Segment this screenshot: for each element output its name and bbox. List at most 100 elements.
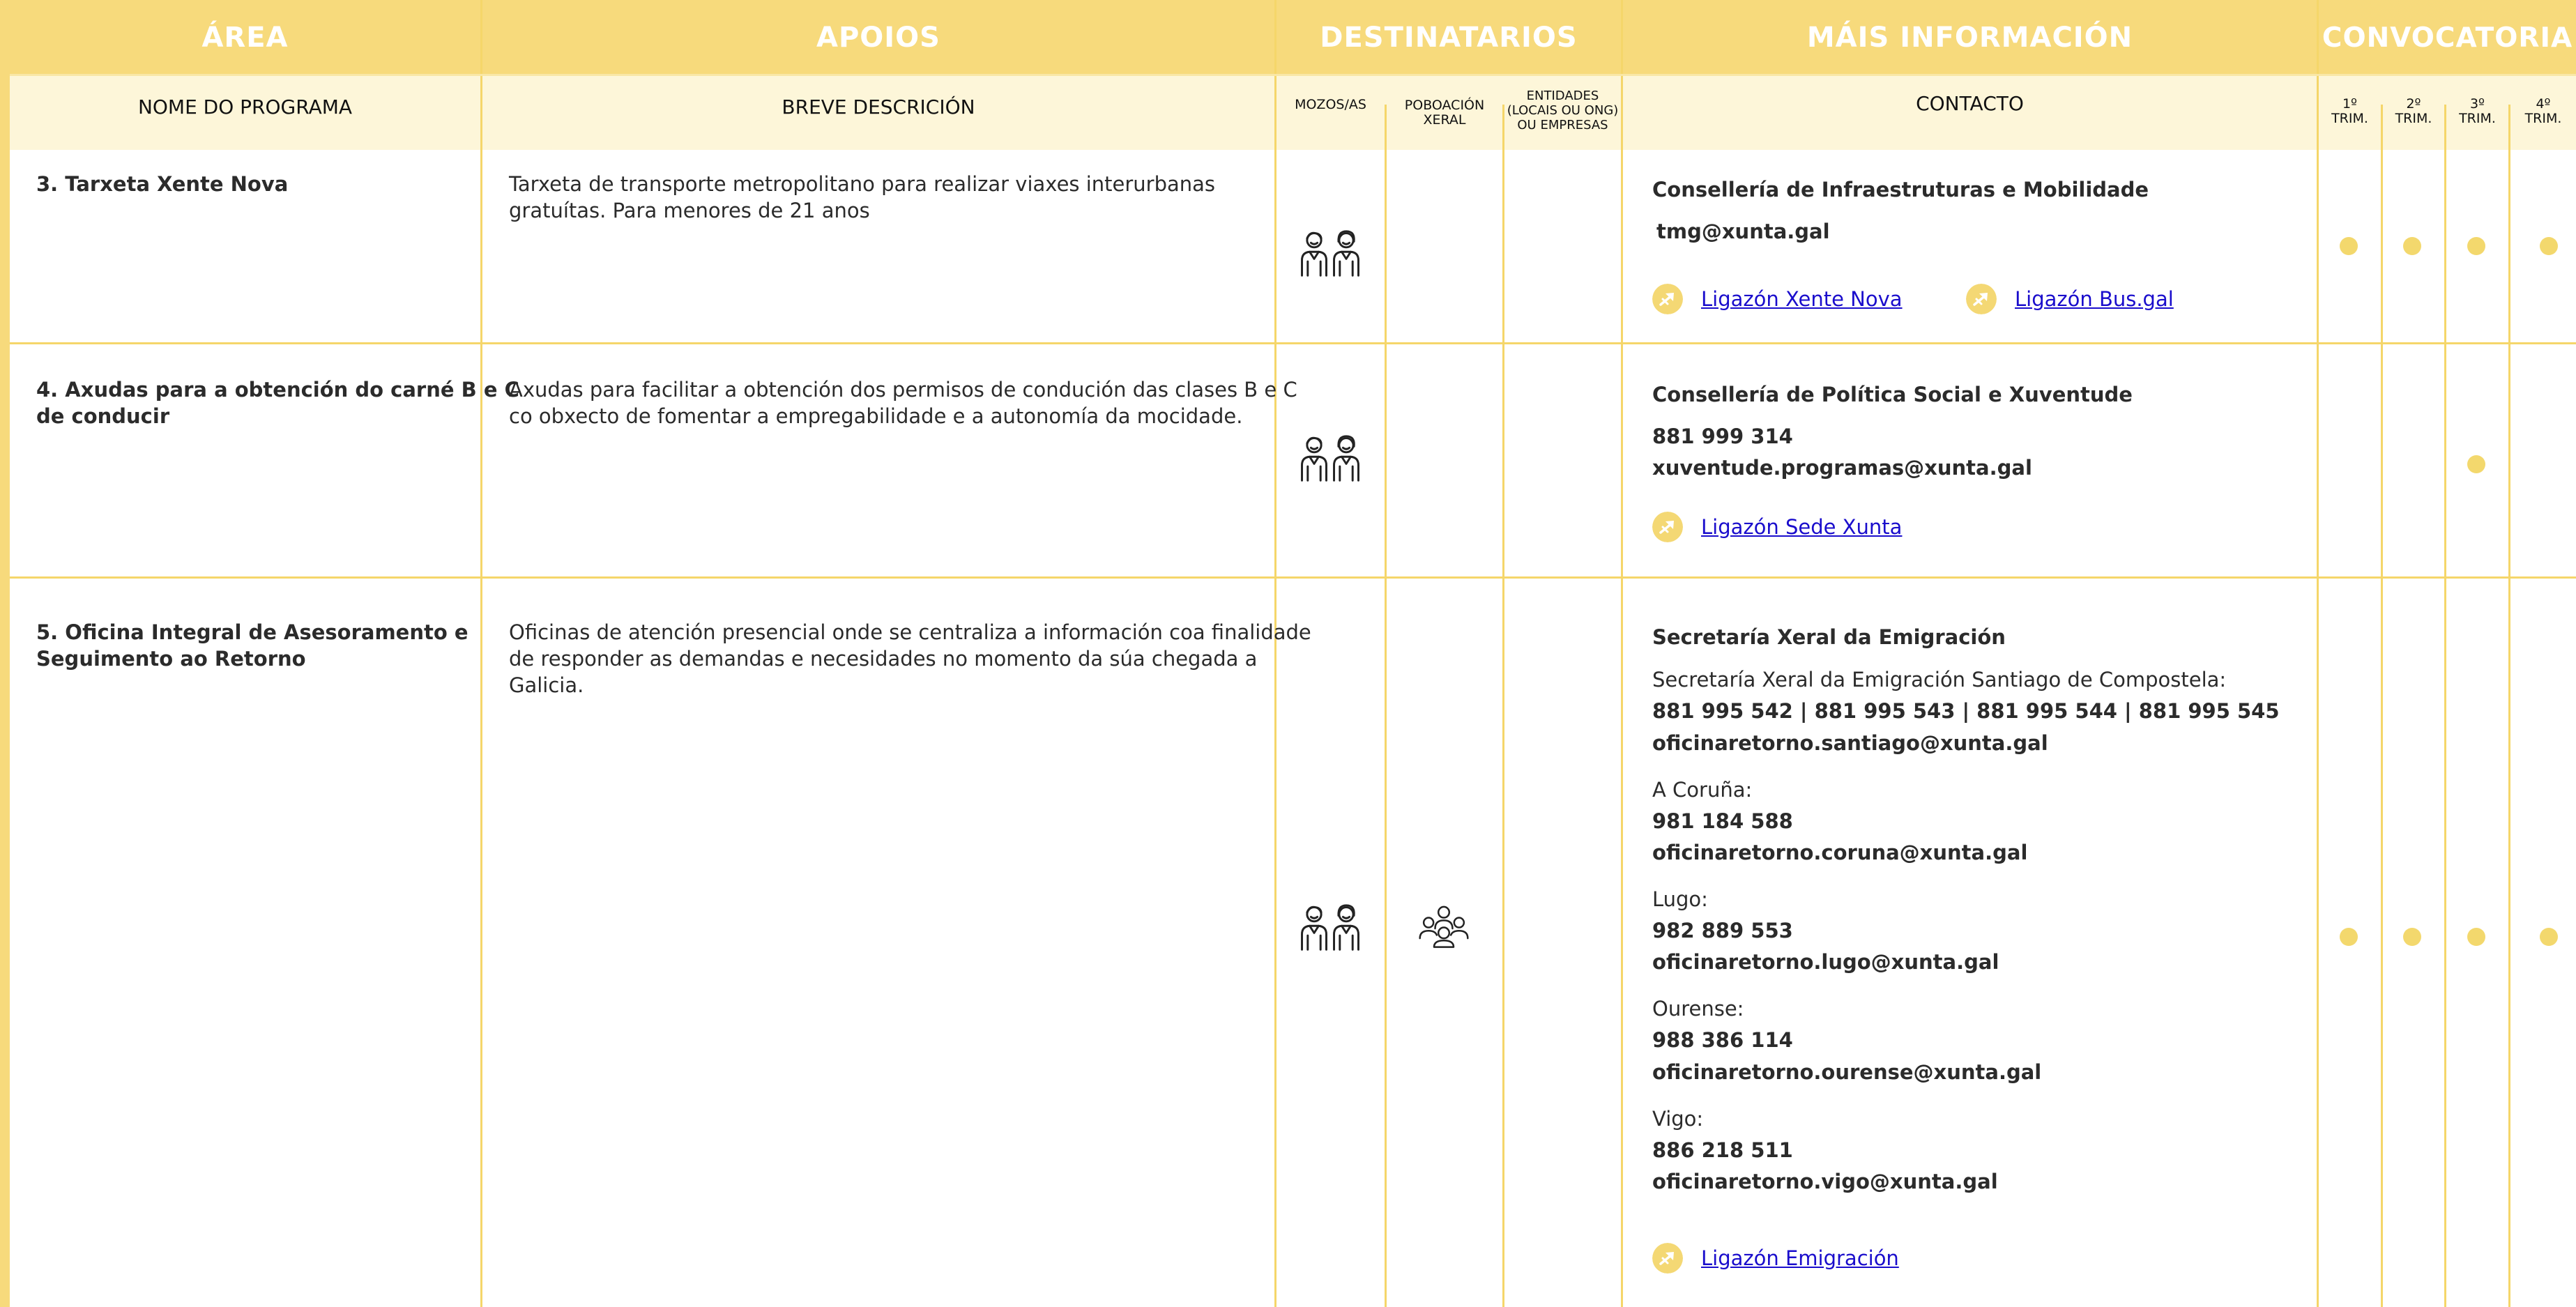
subheader-q4-trim: TRIM. xyxy=(2524,111,2562,126)
office-phones: 988 386 114 xyxy=(1652,1028,1793,1052)
youth-pair-icon xyxy=(1298,903,1362,952)
arrow-link-icon xyxy=(1966,284,1997,314)
quarter-dot-q2 xyxy=(2403,928,2421,946)
subheader-entidades-line1: ENTIDADES xyxy=(1526,88,1599,103)
office-phones: 881 995 542 | 881 995 543 | 881 995 544 … xyxy=(1652,699,2280,723)
subheader-q1: 1º TRIM. xyxy=(2319,91,2381,132)
office-label: Secretaría Xeral da Emigración Santiago … xyxy=(1652,668,2227,691)
program-name-line: Seguimento ao Retorno xyxy=(36,647,306,671)
subheader-q3: 3º TRIM. xyxy=(2446,91,2508,132)
program-name-line: de conducir xyxy=(36,404,170,428)
program-description: Tarxeta de transporte metropolitano para… xyxy=(509,171,1215,224)
arrow-link-icon xyxy=(1652,512,1683,542)
office-label: Lugo: xyxy=(1652,887,1708,911)
quarter-dot-q1 xyxy=(2340,928,2358,946)
office-email: oficinaretorno.santiago@xunta.gal xyxy=(1652,731,2048,755)
subheader-poboacion-line2: XERAL xyxy=(1423,112,1466,128)
link-bus-gal[interactable]: Ligazón Bus.gal xyxy=(1966,284,2174,314)
link-emigracion-text[interactable]: Ligazón Emigración xyxy=(1701,1246,1899,1270)
quarter-dot-q3 xyxy=(2467,928,2485,946)
subheader-q1-trim: TRIM. xyxy=(2331,111,2368,126)
header-apoios: APOIOS xyxy=(816,22,940,54)
quarter-dot-q3 xyxy=(2467,455,2485,473)
column-divider xyxy=(2381,105,2383,1307)
link-xente-nova-text[interactable]: Ligazón Xente Nova xyxy=(1701,287,1903,311)
arrow-link-icon xyxy=(1652,284,1683,314)
office-phones: 886 218 511 xyxy=(1652,1138,1793,1162)
subheader-contacto: CONTACTO xyxy=(1916,91,2024,115)
program-name: 3. Tarxeta Xente Nova xyxy=(36,172,289,196)
office-label: A Coruña: xyxy=(1652,778,1753,802)
program-name-line: 5. Oficina Integral de Asesoramento e xyxy=(36,620,468,644)
contact-phone: 881 999 314 xyxy=(1652,425,1793,448)
quarter-dot-q4 xyxy=(2540,237,2558,255)
left-accent-bar xyxy=(0,0,10,1307)
quarter-dot-q4 xyxy=(2540,928,2558,946)
office-label: Vigo: xyxy=(1652,1107,1704,1131)
subheader-entidades-line3: OU EMPRESAS xyxy=(1517,117,1608,132)
subheader-q4: 4º TRIM. xyxy=(2510,91,2576,132)
program-name: 4. Axudas para a obtención do carné B e … xyxy=(36,376,519,429)
subheader-poboacion-line1: POBOACIÓN xyxy=(1404,97,1485,113)
column-divider xyxy=(2317,0,2319,1307)
subheader-q4-number: 4º xyxy=(2536,96,2551,112)
program-description: Oficinas de atención presencial onde se … xyxy=(509,619,1311,698)
contact-organization: Consellería de Infraestruturas e Mobilid… xyxy=(1652,178,2149,201)
column-divider xyxy=(1621,0,1623,1307)
description-line: de responder as demandas e necesidades n… xyxy=(509,647,1258,671)
office-email: oficinaretorno.lugo@xunta.gal xyxy=(1652,950,1999,974)
office-phones: 981 184 588 xyxy=(1652,809,1793,833)
subheader-entidades: ENTIDADES (LOCAIS OU ONG) OU EMPRESAS xyxy=(1504,82,1621,138)
contact-email: tmg@xunta.gal xyxy=(1656,220,1830,243)
subheader-breve: BREVE DESCRICIÓN xyxy=(782,95,975,119)
quarter-dot-q3 xyxy=(2467,237,2485,255)
row-divider xyxy=(10,576,2576,579)
link-bus-gal-text[interactable]: Ligazón Bus.gal xyxy=(2015,287,2174,311)
link-xente-nova[interactable]: Ligazón Xente Nova xyxy=(1652,284,1903,314)
program-name-line: 4. Axudas para a obtención do carné B e … xyxy=(36,378,519,402)
description-line: gratuítas. Para menores de 21 anos xyxy=(509,199,870,222)
office-phones: 982 889 553 xyxy=(1652,919,1793,942)
office-email: oficinaretorno.coruna@xunta.gal xyxy=(1652,841,2028,864)
office-label: Ourense: xyxy=(1652,997,1744,1021)
quarter-dot-q2 xyxy=(2403,237,2421,255)
contact-email: xuventude.programas@xunta.gal xyxy=(1652,456,2032,480)
contact-organization: Consellería de Política Social e Xuventu… xyxy=(1652,383,2133,406)
description-line: Oficinas de atención presencial onde se … xyxy=(509,620,1311,644)
subheader-q3-number: 3º xyxy=(2469,96,2485,112)
subheader-q2: 2º TRIM. xyxy=(2383,91,2444,132)
subheader-q2-number: 2º xyxy=(2406,96,2421,112)
link-sede-xunta[interactable]: Ligazón Sede Xunta xyxy=(1652,512,1902,542)
group-people-icon xyxy=(1417,903,1471,949)
row-divider xyxy=(10,342,2576,344)
description-line: Axudas para facilitar a obtención dos pe… xyxy=(509,378,1297,402)
programs-table-page: ÁREA APOIOS DESTINATARIOS MÁIS INFORMACI… xyxy=(0,0,2576,1307)
header-convocatoria: CONVOCATORIA xyxy=(2322,22,2573,54)
arrow-link-icon xyxy=(1652,1243,1683,1274)
quarter-dot-q1 xyxy=(2340,237,2358,255)
office-email: oficinaretorno.ourense@xunta.gal xyxy=(1652,1060,2042,1084)
subheader-nome: NOME DO PROGRAMA xyxy=(137,95,353,119)
description-line: Galicia. xyxy=(509,673,584,697)
subheader-entidades-line2: (LOCAIS OU ONG) xyxy=(1507,102,1619,118)
column-divider xyxy=(1502,105,1504,1307)
link-emigracion[interactable]: Ligazón Emigración xyxy=(1652,1243,1899,1274)
column-divider xyxy=(2508,105,2510,1307)
program-description: Axudas para facilitar a obtención dos pe… xyxy=(509,376,1297,429)
contact-organization: Secretaría Xeral da Emigración xyxy=(1652,625,2006,649)
subheader-poboacion: POBOACIÓN XERAL xyxy=(1387,75,1502,150)
subheader-mozos: MOZOS/AS xyxy=(1295,97,1366,112)
column-divider xyxy=(2444,105,2446,1307)
header-area: ÁREA xyxy=(201,22,289,54)
subheader-q3-trim: TRIM. xyxy=(2459,111,2496,126)
subheader-q2-trim: TRIM. xyxy=(2395,111,2432,126)
youth-pair-icon xyxy=(1298,229,1362,278)
youth-pair-icon xyxy=(1298,434,1362,483)
program-name: 5. Oficina Integral de Asesoramento e Se… xyxy=(36,619,468,672)
office-email: oficinaretorno.vigo@xunta.gal xyxy=(1652,1170,1998,1193)
description-line: Tarxeta de transporte metropolitano para… xyxy=(509,172,1216,196)
link-sede-xunta-text[interactable]: Ligazón Sede Xunta xyxy=(1701,515,1902,539)
header-destinatarios: DESTINATARIOS xyxy=(1320,22,1578,54)
column-divider xyxy=(1385,105,1387,1307)
description-line: co obxecto de fomentar a empregabilidade… xyxy=(509,404,1243,428)
